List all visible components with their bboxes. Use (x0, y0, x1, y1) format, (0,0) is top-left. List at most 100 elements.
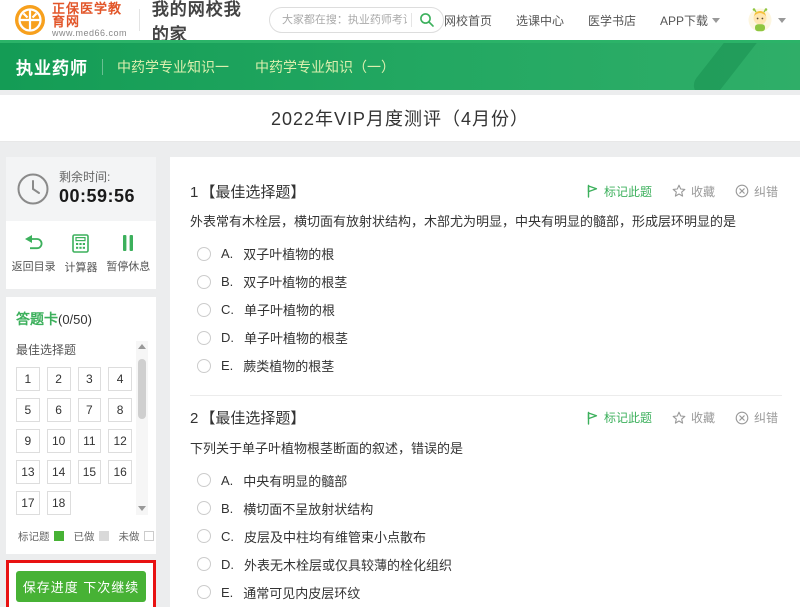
question-number-button[interactable]: 9 (16, 429, 40, 453)
scroll-up-button[interactable] (136, 341, 148, 353)
clock-icon (16, 172, 50, 206)
error-circle-icon (735, 184, 749, 198)
annotation-highlight-box: 保存进度 下次继续 直接交卷 (6, 560, 156, 607)
question-number-button[interactable]: 18 (47, 491, 71, 515)
timer-card: 剩余时间: 00:59:56 返回目录 计算器 暂停休息 (6, 157, 156, 289)
answer-card: 答题卡(0/50) 最佳选择题 123456789101112131415161… (6, 297, 156, 554)
answer-option[interactable]: D. 外表无木栓层或仅具较薄的栓化组织 (197, 555, 782, 573)
question-number-button[interactable]: 2 (47, 367, 71, 391)
radio-button[interactable] (197, 473, 211, 487)
question-block: 1【最佳选择题】 标记此题 收藏 (190, 169, 782, 396)
report-error-button[interactable]: 纠错 (735, 409, 778, 426)
exam-breadcrumb-bar: 执业药师 中药学专业知识一 中药学专业知识（一） (0, 40, 800, 90)
questions-panel: 1【最佳选择题】 标记此题 收藏 (170, 157, 800, 607)
question-number-button[interactable]: 14 (47, 460, 71, 484)
nav-link[interactable]: 医学书店 (588, 12, 636, 29)
answer-option[interactable]: E. 蕨类植物的根茎 (197, 357, 782, 375)
question-number-button[interactable]: 11 (78, 429, 102, 453)
question-actions: 标记此题 收藏 纠错 (586, 409, 782, 426)
radio-button[interactable] (197, 275, 211, 289)
pen-decoration (689, 40, 765, 90)
site-slogan: 我的网校我的家 (152, 0, 251, 45)
mark-question-button[interactable]: 标记此题 (586, 183, 652, 200)
nav-link[interactable]: APP下载 (660, 12, 720, 29)
search-icon[interactable] (419, 12, 435, 28)
question-number-button[interactable]: 17 (16, 491, 40, 515)
search-input[interactable] (282, 14, 407, 26)
favorite-button[interactable]: 收藏 (672, 409, 715, 426)
top-header: 正保医学教育网 www.med66.com 我的网校我的家 网校首页选课中心医学… (0, 0, 800, 40)
answer-option[interactable]: A. 中央有明显的髓部 (197, 471, 782, 489)
tool-button[interactable]: 返回目录 (10, 234, 57, 275)
timer-value: 00:59:56 (59, 185, 135, 208)
tool-button[interactable]: 暂停休息 (105, 234, 152, 275)
nav-link[interactable]: 网校首页 (444, 12, 492, 29)
scroll-down-button[interactable] (136, 503, 148, 515)
title-band: 2022年VIP月度测评（4月份） (0, 95, 800, 142)
question-number-button[interactable]: 4 (108, 367, 132, 391)
calculator-icon (72, 234, 89, 253)
options-list: A. 双子叶植物的根 B. 双子叶植物的根茎 C. 单子叶植物的根 D. 单子叶… (190, 245, 782, 375)
answer-option[interactable]: C. 单子叶植物的根 (197, 301, 782, 319)
answer-option[interactable]: C. 皮层及中柱均有维管束小点散布 (197, 527, 782, 545)
radio-button[interactable] (197, 359, 211, 373)
radio-button[interactable] (197, 501, 211, 515)
answer-option[interactable]: B. 双子叶植物的根茎 (197, 273, 782, 291)
header-nav: 网校首页 选课中心 医学书店 APP下载 (444, 8, 786, 32)
question-number-button[interactable]: 1 (16, 367, 40, 391)
nav-link[interactable]: 选课中心 (516, 12, 564, 29)
legend-swatch (144, 531, 154, 541)
radio-button[interactable] (197, 331, 211, 345)
search-separator (411, 13, 412, 27)
question-number-button[interactable]: 15 (78, 460, 102, 484)
answer-option[interactable]: A. 双子叶植物的根 (197, 245, 782, 263)
question-number-button[interactable]: 3 (78, 367, 102, 391)
user-menu[interactable] (748, 8, 786, 32)
question-number-button[interactable]: 8 (108, 398, 132, 422)
mark-question-button[interactable]: 标记此题 (586, 409, 652, 426)
answer-option[interactable]: D. 单子叶植物的根茎 (197, 329, 782, 347)
answer-option[interactable]: B. 横切面不呈放射状结构 (197, 499, 782, 517)
user-avatar[interactable] (748, 8, 772, 32)
legend-item: 已做 (74, 529, 109, 544)
tool-button[interactable]: 计算器 (57, 234, 104, 275)
breadcrumb-paper[interactable]: 中药学专业知识（一） (255, 57, 395, 77)
search-box[interactable] (269, 7, 444, 33)
radio-button[interactable] (197, 247, 211, 261)
scrollbar-thumb[interactable] (138, 359, 146, 419)
radio-button[interactable] (197, 529, 211, 543)
flag-icon (586, 184, 599, 198)
question-title: 2【最佳选择题】 (190, 407, 305, 428)
star-icon (672, 411, 686, 425)
question-number-button[interactable]: 12 (108, 429, 132, 453)
timer-area: 剩余时间: 00:59:56 (6, 157, 156, 221)
question-block: 2【最佳选择题】 标记此题 收藏 (190, 396, 782, 607)
radio-button[interactable] (197, 585, 211, 599)
question-number-button[interactable]: 13 (16, 460, 40, 484)
site-logo[interactable]: 正保医学教育网 www.med66.com (14, 2, 127, 39)
question-number-button[interactable]: 5 (16, 398, 40, 422)
answer-card-progress: (0/50) (58, 312, 92, 327)
question-number-button[interactable]: 10 (47, 429, 71, 453)
answer-card-scrollbar[interactable] (136, 341, 148, 515)
question-number-button[interactable]: 7 (78, 398, 102, 422)
flag-icon (586, 411, 599, 425)
header-divider (139, 9, 140, 31)
question-number-grid: 123456789101112131415161718 (16, 367, 132, 515)
radio-button[interactable] (197, 303, 211, 317)
question-stem: 外表常有木栓层，横切面有放射状结构，木部尤为明显，中央有明显的髓部，形成层环明显… (190, 212, 782, 232)
question-number-button[interactable]: 6 (47, 398, 71, 422)
question-number-button[interactable]: 16 (108, 460, 132, 484)
answer-option[interactable]: E. 通常可见内皮层环纹 (197, 583, 782, 601)
radio-button[interactable] (197, 557, 211, 571)
breadcrumb-exam-type[interactable]: 执业药师 (16, 54, 88, 79)
legend-swatch (54, 531, 64, 541)
save-progress-button[interactable]: 保存进度 下次继续 (16, 571, 146, 602)
logo-icon (14, 4, 46, 36)
favorite-button[interactable]: 收藏 (672, 183, 715, 200)
breadcrumb-subject[interactable]: 中药学专业知识一 (117, 57, 229, 77)
report-error-button[interactable]: 纠错 (735, 183, 778, 200)
exam-sidebar: 剩余时间: 00:59:56 返回目录 计算器 暂停休息 答题卡(0/50) 最… (6, 157, 156, 607)
timer-label: 剩余时间: (59, 170, 135, 185)
star-icon (672, 184, 686, 198)
